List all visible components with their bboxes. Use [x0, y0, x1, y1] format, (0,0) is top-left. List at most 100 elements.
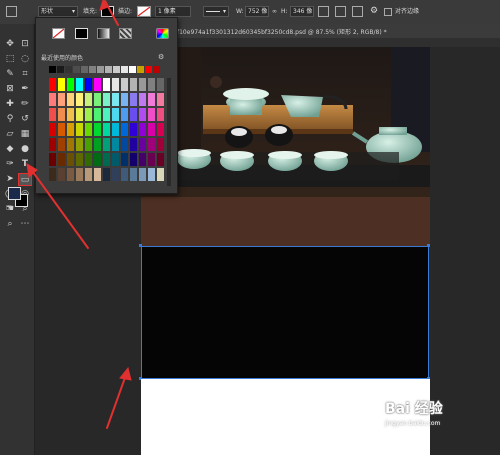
color-swatch[interactable] — [58, 168, 65, 181]
color-swatch[interactable] — [112, 153, 119, 166]
color-swatch[interactable] — [67, 78, 74, 91]
tool-preset-icon[interactable] — [6, 6, 17, 17]
color-swatch[interactable] — [76, 123, 83, 136]
color-swatch[interactable] — [121, 93, 128, 106]
color-swatch[interactable] — [103, 123, 110, 136]
color-swatch[interactable] — [121, 153, 128, 166]
recent-color-swatch[interactable] — [73, 66, 80, 73]
color-swatch[interactable] — [67, 93, 74, 106]
color-swatch[interactable] — [49, 108, 56, 121]
recent-color-swatch[interactable] — [137, 66, 144, 73]
foreground-color-chip[interactable] — [8, 187, 21, 200]
recent-color-swatch[interactable] — [121, 66, 128, 73]
frame-icon[interactable]: ⊠ — [3, 83, 17, 96]
rectangle-icon[interactable]: ▭ — [18, 173, 32, 186]
dodge-icon[interactable]: ● — [18, 143, 32, 156]
blur-icon[interactable]: ◆ — [3, 143, 17, 156]
color-swatch[interactable] — [139, 153, 146, 166]
color-swatch[interactable] — [58, 93, 65, 106]
recent-color-swatch[interactable] — [105, 66, 112, 73]
color-swatch[interactable] — [121, 108, 128, 121]
color-swatch[interactable] — [67, 123, 74, 136]
stroke-color-swatch[interactable] — [137, 6, 151, 17]
color-swatch[interactable] — [139, 138, 146, 151]
color-swatch[interactable] — [103, 108, 110, 121]
color-swatch[interactable] — [130, 168, 137, 181]
color-swatch[interactable] — [130, 78, 137, 91]
solid-color-button[interactable] — [75, 28, 88, 39]
color-swatch[interactable] — [67, 138, 74, 151]
color-swatch[interactable] — [85, 153, 92, 166]
color-swatch[interactable] — [103, 153, 110, 166]
color-swatch[interactable] — [76, 138, 83, 151]
shape-mode-select[interactable]: 形状 ▾ — [38, 6, 78, 17]
color-swatch[interactable] — [58, 123, 65, 136]
color-swatch[interactable] — [76, 108, 83, 121]
gear-icon[interactable]: ⚙ — [158, 53, 164, 61]
color-swatch[interactable] — [130, 93, 137, 106]
color-swatch[interactable] — [49, 138, 56, 151]
color-swatch[interactable] — [139, 108, 146, 121]
artboard-icon[interactable]: ⊡ — [18, 38, 32, 51]
color-swatch[interactable] — [130, 153, 137, 166]
link-dimensions-icon[interactable]: ∞ — [272, 6, 277, 17]
color-swatch[interactable] — [157, 78, 164, 91]
width-field[interactable]: 752 像 — [245, 6, 269, 17]
color-swatch[interactable] — [112, 138, 119, 151]
recent-color-swatch[interactable] — [145, 66, 152, 73]
color-swatch[interactable] — [94, 78, 101, 91]
color-swatch[interactable] — [76, 168, 83, 181]
color-swatch[interactable] — [148, 108, 155, 121]
color-swatch[interactable] — [49, 123, 56, 136]
color-picker-icon[interactable] — [156, 28, 169, 39]
color-swatch[interactable] — [157, 123, 164, 136]
color-swatch[interactable] — [76, 153, 83, 166]
stroke-width-field[interactable]: 1 像素 — [155, 6, 191, 17]
color-swatch[interactable] — [148, 93, 155, 106]
recent-color-swatch[interactable] — [65, 66, 72, 73]
color-swatch[interactable] — [157, 108, 164, 121]
move-icon[interactable]: ✥ — [3, 38, 17, 51]
lasso-icon[interactable]: ◌ — [18, 53, 32, 66]
color-swatch[interactable] — [94, 153, 101, 166]
color-swatch[interactable] — [67, 168, 74, 181]
eraser-icon[interactable]: ▱ — [3, 128, 17, 141]
rectangle-shape-layer[interactable] — [141, 246, 429, 379]
color-swatch[interactable] — [85, 123, 92, 136]
pattern-button[interactable] — [119, 28, 132, 39]
color-swatch[interactable] — [130, 123, 137, 136]
history-brush-icon[interactable]: ↺ — [18, 113, 32, 126]
color-swatch[interactable] — [121, 123, 128, 136]
color-swatch[interactable] — [148, 138, 155, 151]
color-swatch[interactable] — [94, 93, 101, 106]
more-icon[interactable]: ⋯ — [18, 218, 32, 231]
color-swatch[interactable] — [121, 138, 128, 151]
color-swatch[interactable] — [94, 123, 101, 136]
color-swatch[interactable] — [139, 93, 146, 106]
color-swatch[interactable] — [157, 138, 164, 151]
zoom-icon[interactable]: ⌕ — [3, 218, 17, 231]
gradient-button[interactable] — [97, 28, 110, 39]
path-operations-icon[interactable] — [318, 6, 329, 17]
color-swatch[interactable] — [94, 168, 101, 181]
color-swatch[interactable] — [103, 138, 110, 151]
color-swatch[interactable] — [94, 108, 101, 121]
no-color-button[interactable] — [52, 28, 65, 39]
recent-color-swatch[interactable] — [97, 66, 104, 73]
color-swatch[interactable] — [121, 168, 128, 181]
color-swatch[interactable] — [157, 168, 164, 181]
gradient-icon[interactable]: ▦ — [18, 128, 32, 141]
color-swatch[interactable] — [67, 108, 74, 121]
color-swatch[interactable] — [112, 123, 119, 136]
color-swatch[interactable] — [112, 108, 119, 121]
color-swatch[interactable] — [139, 123, 146, 136]
default-colors-icon[interactable]: ◫ — [6, 204, 12, 211]
color-swatch[interactable] — [85, 78, 92, 91]
path-alignment-icon[interactable] — [335, 6, 346, 17]
color-swatch[interactable] — [49, 168, 56, 181]
transform-handle[interactable] — [139, 244, 142, 247]
stroke-type-select[interactable]: ▾ — [203, 6, 229, 17]
gear-icon[interactable]: ⚙ — [370, 6, 378, 17]
color-swatch[interactable] — [112, 93, 119, 106]
color-swatch[interactable] — [58, 153, 65, 166]
